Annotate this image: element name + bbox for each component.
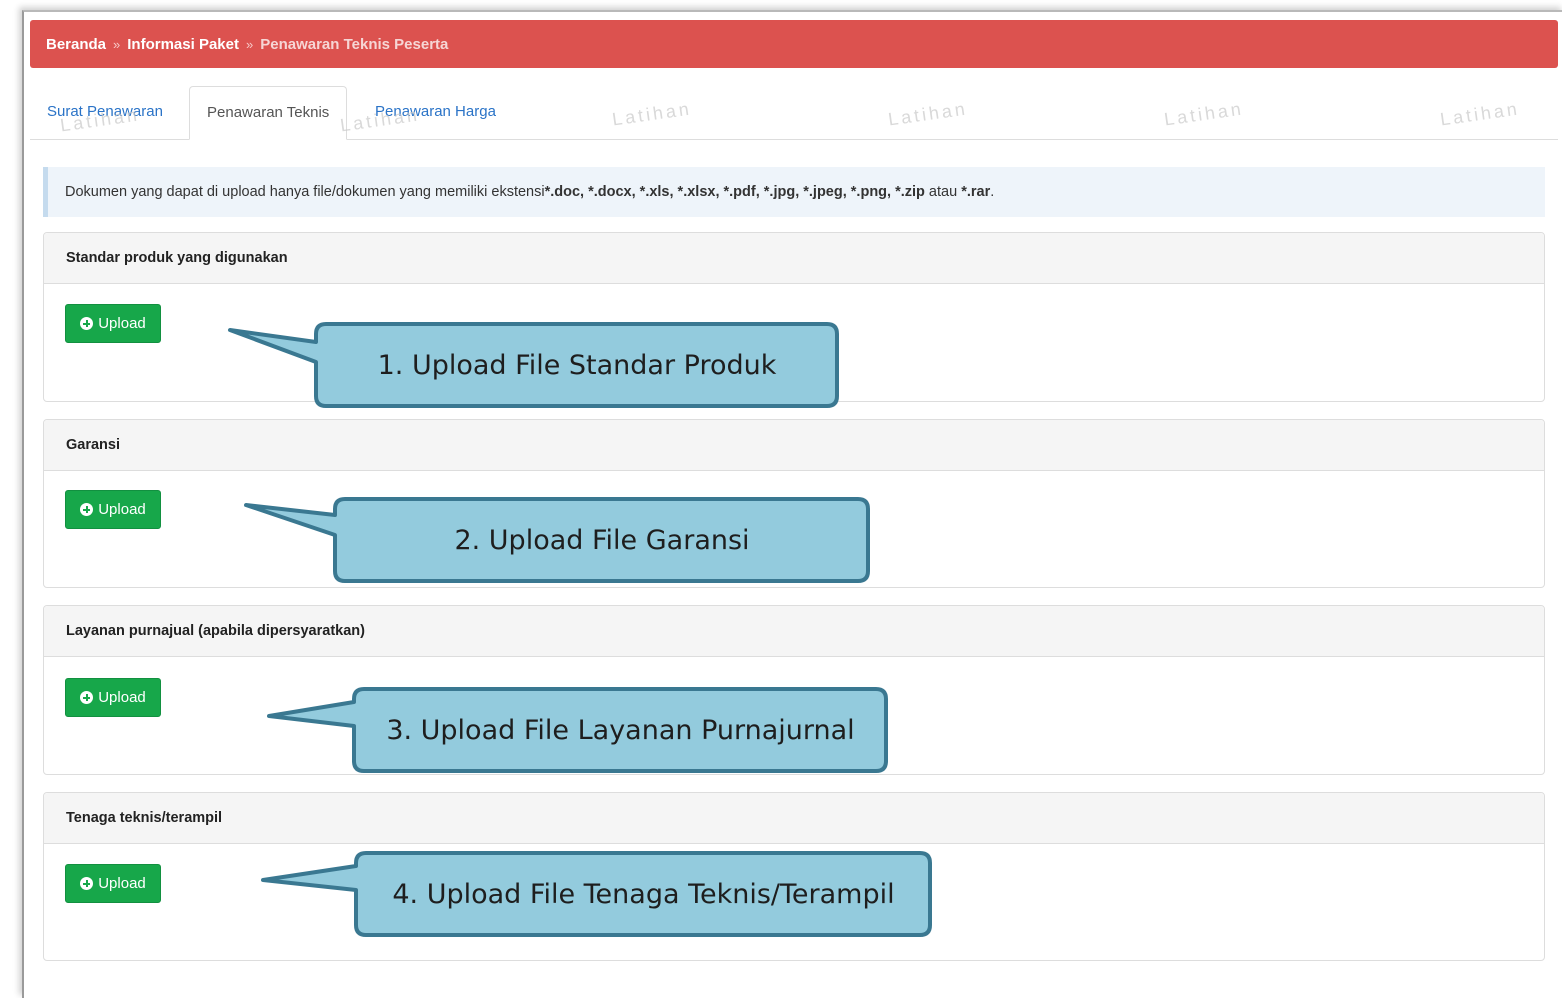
info-alert: Dokumen yang dapat di upload hanya file/…	[43, 167, 1545, 217]
breadcrumb-separator: »	[113, 36, 121, 52]
panel-title: Garansi	[44, 420, 1544, 471]
breadcrumb-separator: »	[245, 36, 254, 52]
panel-title: Layanan purnajual (apabila dipersyaratka…	[44, 606, 1544, 657]
callout-3-text: 3. Upload File Layanan Purnajurnal	[386, 714, 855, 746]
info-conj: atau	[924, 184, 962, 200]
panel-title: Standar produk yang digunakan	[44, 233, 1544, 284]
info-text: Dokumen yang dapat di upload hanya file/…	[65, 184, 545, 200]
upload-button-garansi[interactable]: Upload	[65, 490, 161, 529]
plus-circle-icon	[80, 317, 94, 330]
breadcrumb-package[interactable]: Informasi Paket	[127, 36, 239, 53]
upload-button-label: Upload	[98, 875, 146, 892]
upload-button-label: Upload	[98, 689, 146, 706]
plus-circle-icon	[80, 691, 94, 704]
callout-4-text: 4. Upload File Tenaga Teknis/Terampil	[392, 878, 895, 910]
tab-surat-penawaran[interactable]: Surat Penawaran	[30, 86, 180, 138]
upload-button-tenaga-teknis[interactable]: Upload	[65, 864, 161, 903]
plus-circle-icon	[80, 877, 94, 890]
breadcrumb-home[interactable]: Beranda	[46, 36, 106, 53]
tab-bar: Surat Penawaran Penawaran Teknis Penawar…	[30, 86, 1558, 140]
callout-2-text: 2. Upload File Garansi	[454, 524, 750, 556]
callout-1-text: 1. Upload File Standar Produk	[377, 349, 777, 381]
info-end: .	[990, 184, 995, 200]
panel-title: Tenaga teknis/terampil	[44, 793, 1544, 844]
upload-button-standar-produk[interactable]: Upload	[65, 304, 161, 343]
breadcrumb-current: Penawaran Teknis Peserta	[260, 35, 449, 53]
upload-button-label: Upload	[98, 315, 146, 332]
breadcrumb: Beranda » Informasi Paket » Penawaran Te…	[30, 20, 1558, 68]
upload-button-layanan-purnajual[interactable]: Upload	[65, 678, 161, 717]
info-last-extension: *.rar	[961, 184, 991, 200]
tab-penawaran-harga[interactable]: Penawaran Harga	[358, 86, 513, 138]
tab-penawaran-teknis[interactable]: Penawaran Teknis	[189, 86, 348, 140]
upload-button-label: Upload	[98, 501, 146, 518]
plus-circle-icon	[80, 503, 94, 516]
info-extensions: *.doc, *.docx, *.xls, *.xlsx, *.pdf, *.j…	[544, 184, 925, 200]
